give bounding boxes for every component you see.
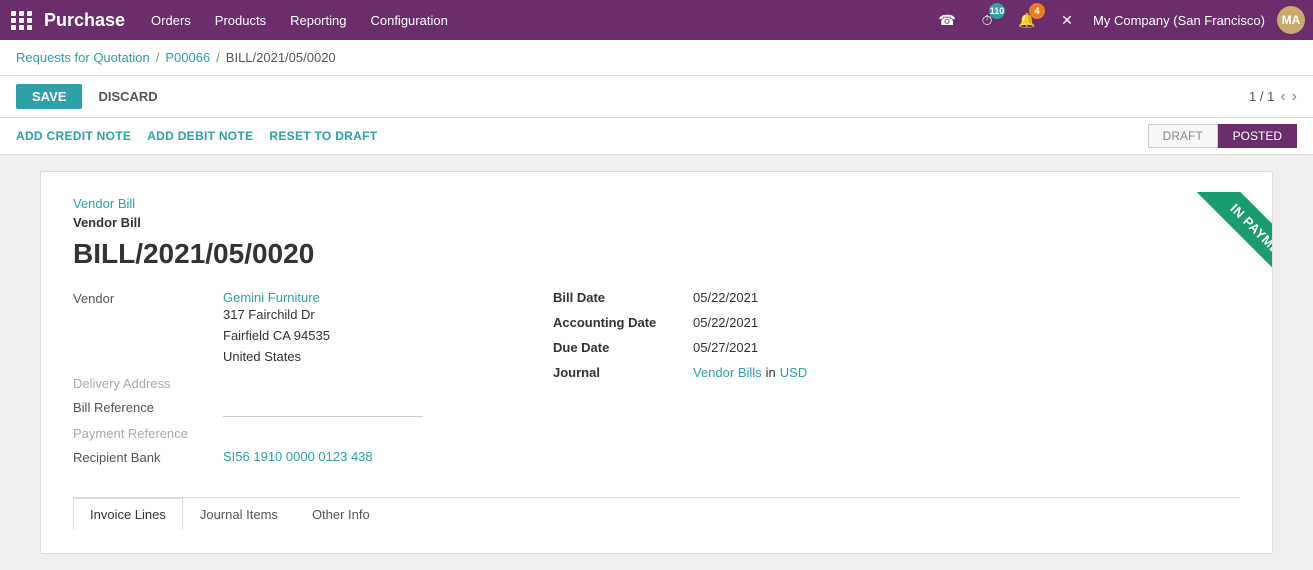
form-left: Vendor Gemini Furniture 317 Fairchild Dr… bbox=[73, 290, 493, 473]
vendor-name[interactable]: Gemini Furniture bbox=[223, 290, 330, 305]
breadcrumb-sep2: / bbox=[216, 50, 220, 65]
nav-products[interactable]: Products bbox=[213, 9, 268, 32]
journal-field: Journal Vendor Bills in USD bbox=[553, 365, 1240, 380]
tab-journal-items[interactable]: Journal Items bbox=[183, 498, 295, 530]
journal-in: in bbox=[766, 365, 776, 380]
notification-badge: 4 bbox=[1029, 3, 1045, 19]
pager: 1 / 1 ‹ › bbox=[1249, 88, 1297, 106]
add-debit-note-button[interactable]: ADD DEBIT NOTE bbox=[147, 125, 265, 147]
status-area: DRAFT POSTED bbox=[1148, 124, 1297, 148]
app-grid-icon[interactable] bbox=[8, 6, 36, 34]
breadcrumb-sep1: / bbox=[156, 50, 160, 65]
bill-date-value[interactable]: 05/22/2021 bbox=[693, 290, 758, 305]
bill-date-field: Bill Date 05/22/2021 bbox=[553, 290, 1240, 305]
secondary-toolbar: ADD CREDIT NOTE ADD DEBIT NOTE RESET TO … bbox=[0, 118, 1313, 155]
nav-reporting[interactable]: Reporting bbox=[288, 9, 348, 32]
top-navigation: Purchase Orders Products Reporting Confi… bbox=[0, 0, 1313, 40]
user-avatar[interactable]: MA bbox=[1277, 6, 1305, 34]
add-credit-note-button[interactable]: ADD CREDIT NOTE bbox=[16, 125, 143, 147]
pager-next[interactable]: › bbox=[1292, 88, 1297, 106]
in-payment-ribbon: IN PAYMENT bbox=[1194, 192, 1273, 303]
bill-reference-field: Bill Reference bbox=[73, 399, 493, 417]
tabs: Invoice Lines Journal Items Other Info bbox=[73, 497, 1240, 529]
vendor-label: Vendor bbox=[73, 290, 223, 306]
close-icon[interactable]: ✕ bbox=[1053, 6, 1081, 34]
bill-card: IN PAYMENT Vendor Bill Vendor Bill BILL/… bbox=[40, 171, 1273, 554]
app-title: Purchase bbox=[44, 10, 125, 31]
recipient-bank-value[interactable]: SI56 1910 0000 0123 438 bbox=[223, 449, 373, 464]
payment-reference-field: Payment Reference bbox=[73, 425, 493, 441]
accounting-date-field: Accounting Date 05/22/2021 bbox=[553, 315, 1240, 330]
breadcrumb: Requests for Quotation / P00066 / BILL/2… bbox=[0, 40, 1313, 76]
action-bar: SAVE DISCARD 1 / 1 ‹ › bbox=[0, 76, 1313, 118]
delivery-address-field: Delivery Address bbox=[73, 375, 493, 391]
form-grid: Vendor Gemini Furniture 317 Fairchild Dr… bbox=[73, 290, 1240, 473]
due-date-field: Due Date 05/27/2021 bbox=[553, 340, 1240, 355]
activity-icon[interactable]: ⏱ 110 bbox=[973, 6, 1001, 34]
save-button[interactable]: SAVE bbox=[16, 84, 82, 109]
payment-ref-label: Payment Reference bbox=[73, 425, 223, 441]
activity-badge: 110 bbox=[989, 3, 1005, 19]
bill-date-label: Bill Date bbox=[553, 290, 693, 305]
doc-title: Vendor Bill bbox=[73, 215, 1240, 230]
bill-ref-label: Bill Reference bbox=[73, 399, 223, 415]
tab-invoice-lines[interactable]: Invoice Lines bbox=[73, 498, 183, 530]
pager-prev[interactable]: ‹ bbox=[1280, 88, 1285, 106]
doc-number: BILL/2021/05/0020 bbox=[73, 238, 1240, 270]
journal-value[interactable]: Vendor Bills bbox=[693, 365, 762, 380]
accounting-date-value[interactable]: 05/22/2021 bbox=[693, 315, 758, 330]
recipient-bank-label: Recipient Bank bbox=[73, 449, 223, 465]
due-date-value[interactable]: 05/27/2021 bbox=[693, 340, 758, 355]
breadcrumb-rfq[interactable]: Requests for Quotation bbox=[16, 50, 150, 65]
notification-icon[interactable]: 🔔 4 bbox=[1013, 6, 1041, 34]
vendor-field: Vendor Gemini Furniture 317 Fairchild Dr… bbox=[73, 290, 493, 367]
doc-type-link[interactable]: Vendor Bill bbox=[73, 196, 1240, 211]
breadcrumb-po[interactable]: P00066 bbox=[165, 50, 210, 65]
vendor-address: 317 Fairchild Dr Fairfield CA 94535 Unit… bbox=[223, 305, 330, 367]
vendor-value: Gemini Furniture 317 Fairchild Dr Fairfi… bbox=[223, 290, 330, 367]
status-draft[interactable]: DRAFT bbox=[1148, 124, 1218, 148]
nav-configuration[interactable]: Configuration bbox=[368, 9, 449, 32]
pager-text: 1 / 1 bbox=[1249, 89, 1274, 104]
journal-label: Journal bbox=[553, 365, 693, 380]
tab-other-info[interactable]: Other Info bbox=[295, 498, 387, 530]
bill-ref-input[interactable] bbox=[223, 399, 423, 417]
recipient-bank-field: Recipient Bank SI56 1910 0000 0123 438 bbox=[73, 449, 493, 465]
due-date-label: Due Date bbox=[553, 340, 693, 355]
accounting-date-label: Accounting Date bbox=[553, 315, 693, 330]
nav-orders[interactable]: Orders bbox=[149, 9, 193, 32]
main-content: IN PAYMENT Vendor Bill Vendor Bill BILL/… bbox=[0, 155, 1313, 570]
breadcrumb-current: BILL/2021/05/0020 bbox=[226, 50, 336, 65]
reset-to-draft-button[interactable]: RESET TO DRAFT bbox=[269, 125, 389, 147]
in-payment-banner: IN PAYMENT bbox=[1152, 192, 1273, 352]
status-posted[interactable]: POSTED bbox=[1218, 124, 1297, 148]
nav-menu: Orders Products Reporting Configuration bbox=[149, 9, 933, 32]
phone-icon[interactable]: ☎ bbox=[933, 6, 961, 34]
discard-button[interactable]: DISCARD bbox=[90, 84, 165, 109]
journal-currency[interactable]: USD bbox=[780, 365, 807, 380]
delivery-label: Delivery Address bbox=[73, 375, 223, 391]
form-right: Bill Date 05/22/2021 Accounting Date 05/… bbox=[553, 290, 1240, 473]
top-nav-right: ☎ ⏱ 110 🔔 4 ✕ My Company (San Francisco)… bbox=[933, 6, 1305, 34]
company-name: My Company (San Francisco) bbox=[1093, 13, 1265, 28]
